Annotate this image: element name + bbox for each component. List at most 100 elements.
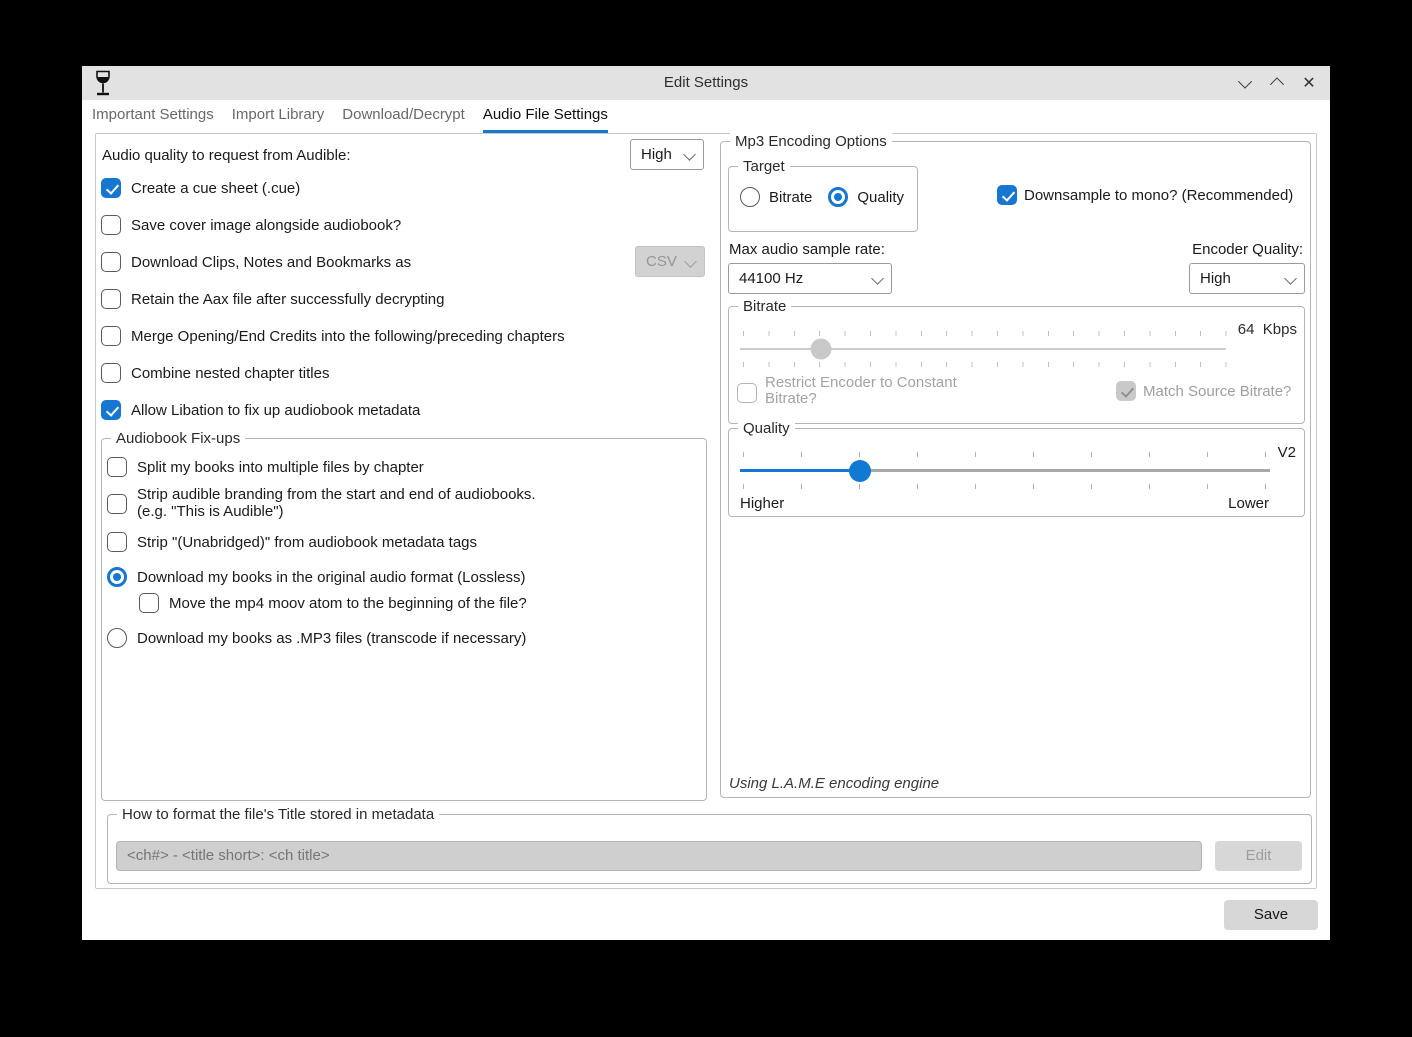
edit-settings-window: Edit Settings ✕ Important Settings Impor…: [82, 66, 1330, 940]
target-radio-row: Bitrate Quality: [740, 184, 904, 210]
quality-legend: Quality: [738, 419, 795, 438]
restrict-cbr-row: Restrict Encoder to Constant Bitrate?: [737, 375, 975, 407]
fixup-metadata-checkbox[interactable]: [101, 400, 121, 420]
strip-unabridged-label: Strip "(Unabridged)" from audiobook meta…: [137, 534, 477, 551]
retain-aax-checkbox[interactable]: [101, 289, 121, 309]
bitrate-unit: Kbps: [1263, 321, 1297, 338]
audiobook-fixups-legend: Audiobook Fix-ups: [111, 429, 245, 448]
match-source-checkbox: [1116, 381, 1136, 401]
retain-aax-row[interactable]: Retain the Aax file after successfully d…: [101, 286, 445, 312]
tab-download-decrypt[interactable]: Download/Decrypt: [342, 104, 465, 133]
encoding-engine-note: Using L.A.M.E encoding engine: [729, 775, 939, 792]
tab-import-library[interactable]: Import Library: [232, 104, 325, 133]
restrict-cbr-checkbox: [737, 383, 757, 403]
strip-branding-label-line2: (e.g. "This is Audible"): [137, 504, 536, 521]
close-button[interactable]: ✕: [1297, 70, 1321, 96]
bitrate-slider: [740, 348, 1226, 350]
lossless-format-label: Download my books in the original audio …: [137, 569, 526, 586]
moov-atom-checkbox[interactable]: [139, 593, 159, 613]
chevron-down-icon: [1238, 75, 1252, 89]
sample-rate-select[interactable]: 44100 Hz: [728, 263, 892, 294]
target-bitrate-label: Bitrate: [769, 189, 812, 206]
target-legend: Target: [738, 157, 790, 176]
bitrate-slider-handle: [811, 339, 832, 360]
check-icon: [1120, 384, 1133, 398]
moov-atom-label: Move the mp4 moov atom to the beginning …: [169, 595, 527, 612]
lossless-format-radio[interactable]: [107, 567, 127, 587]
split-books-label: Split my books into multiple files by ch…: [137, 459, 424, 476]
quality-value: V2: [1278, 444, 1296, 461]
moov-atom-row[interactable]: Move the mp4 moov atom to the beginning …: [139, 590, 527, 616]
chevron-down-icon: [684, 255, 697, 268]
chevron-down-icon: [871, 272, 884, 285]
bitrate-value: 64: [1238, 321, 1255, 338]
tab-audio-file-settings[interactable]: Audio File Settings: [483, 104, 608, 133]
cue-sheet-label: Create a cue sheet (.cue): [131, 180, 300, 197]
downsample-checkbox[interactable]: [997, 185, 1017, 205]
strip-branding-row[interactable]: Strip audible branding from the start an…: [107, 487, 536, 520]
mp3-encoding-options-group: Mp3 Encoding Options Target Bitrate Qual…: [720, 141, 1311, 798]
cue-sheet-row[interactable]: Create a cue sheet (.cue): [101, 175, 300, 201]
quality-slider-handle[interactable]: [849, 460, 871, 482]
cue-sheet-checkbox[interactable]: [101, 178, 121, 198]
mp3-files-label: Download my books as .MP3 files (transco…: [137, 630, 526, 647]
quality-lower-label: Lower: [1228, 495, 1269, 512]
clips-format-value: CSV: [646, 253, 677, 270]
bitrate-legend: Bitrate: [738, 297, 791, 316]
match-source-row: Match Source Bitrate?: [1116, 378, 1291, 404]
match-source-label: Match Source Bitrate?: [1143, 383, 1291, 400]
maximize-button[interactable]: [1265, 70, 1289, 96]
merge-credits-checkbox[interactable]: [101, 326, 121, 346]
combine-chapters-checkbox[interactable]: [101, 363, 121, 383]
merge-credits-label: Merge Opening/End Credits into the follo…: [131, 328, 565, 345]
cover-image-checkbox[interactable]: [101, 215, 121, 235]
clips-notes-label: Download Clips, Notes and Bookmarks as: [131, 254, 411, 271]
strip-unabridged-row[interactable]: Strip "(Unabridged)" from audiobook meta…: [107, 529, 477, 555]
downsample-row[interactable]: Downsample to mono? (Recommended): [997, 182, 1293, 208]
check-icon: [105, 181, 118, 195]
mp3-files-radio[interactable]: [107, 628, 127, 648]
merge-credits-row[interactable]: Merge Opening/End Credits into the follo…: [101, 323, 565, 349]
titlebar: Edit Settings ✕: [82, 66, 1330, 100]
quality-higher-label: Higher: [740, 495, 784, 512]
split-books-row[interactable]: Split my books into multiple files by ch…: [107, 454, 424, 480]
sample-rate-label: Max audio sample rate:: [729, 241, 885, 258]
minimize-button[interactable]: [1233, 70, 1257, 96]
title-format-legend: How to format the file's Title stored in…: [117, 805, 439, 824]
quality-ticks-bottom: [743, 484, 1266, 489]
window-controls: ✕: [1233, 66, 1321, 100]
quality-slider-fill: [740, 469, 860, 472]
quality-slider[interactable]: [740, 469, 1270, 472]
bitrate-ticks-bottom: [743, 362, 1227, 367]
title-format-group: How to format the file's Title stored in…: [107, 814, 1312, 884]
combine-chapters-row[interactable]: Combine nested chapter titles: [101, 360, 329, 386]
fixup-metadata-row[interactable]: Allow Libation to fix up audiobook metad…: [101, 397, 420, 423]
bitrate-value-readout: 64 Kbps: [1238, 321, 1297, 338]
clips-notes-checkbox[interactable]: [101, 252, 121, 272]
combine-chapters-label: Combine nested chapter titles: [131, 365, 329, 382]
tab-bar: Important Settings Import Library Downlo…: [92, 104, 608, 133]
check-icon: [105, 403, 118, 417]
quality-ticks-top: [743, 452, 1266, 457]
audiobook-fixups-group: Audiobook Fix-ups Split my books into mu…: [101, 438, 707, 801]
mp3-files-row[interactable]: Download my books as .MP3 files (transco…: [107, 625, 526, 651]
lossless-format-row[interactable]: Download my books in the original audio …: [107, 564, 526, 590]
tab-important-settings[interactable]: Important Settings: [92, 104, 214, 133]
downsample-label: Downsample to mono? (Recommended): [1024, 187, 1293, 204]
clips-notes-row[interactable]: Download Clips, Notes and Bookmarks as: [101, 249, 411, 275]
audio-quality-label: Audio quality to request from Audible:: [102, 147, 350, 164]
quality-group: Quality V2 Higher Lower: [728, 428, 1305, 517]
encoder-quality-label: Encoder Quality:: [1192, 241, 1303, 258]
restrict-cbr-label: Restrict Encoder to Constant Bitrate?: [765, 375, 975, 407]
target-bitrate-radio[interactable]: [740, 187, 760, 207]
strip-branding-checkbox[interactable]: [107, 494, 127, 514]
clips-format-select: CSV: [635, 246, 705, 277]
split-books-checkbox[interactable]: [107, 457, 127, 477]
save-button[interactable]: Save: [1224, 900, 1318, 930]
encoder-quality-select[interactable]: High: [1189, 263, 1305, 294]
cover-image-row[interactable]: Save cover image alongside audiobook?: [101, 212, 401, 238]
strip-unabridged-checkbox[interactable]: [107, 532, 127, 552]
audio-quality-select[interactable]: High: [630, 139, 704, 170]
bitrate-group: Bitrate 64 Kbps Restrict Encoder to Cons…: [728, 306, 1305, 424]
target-quality-radio[interactable]: [828, 187, 848, 207]
